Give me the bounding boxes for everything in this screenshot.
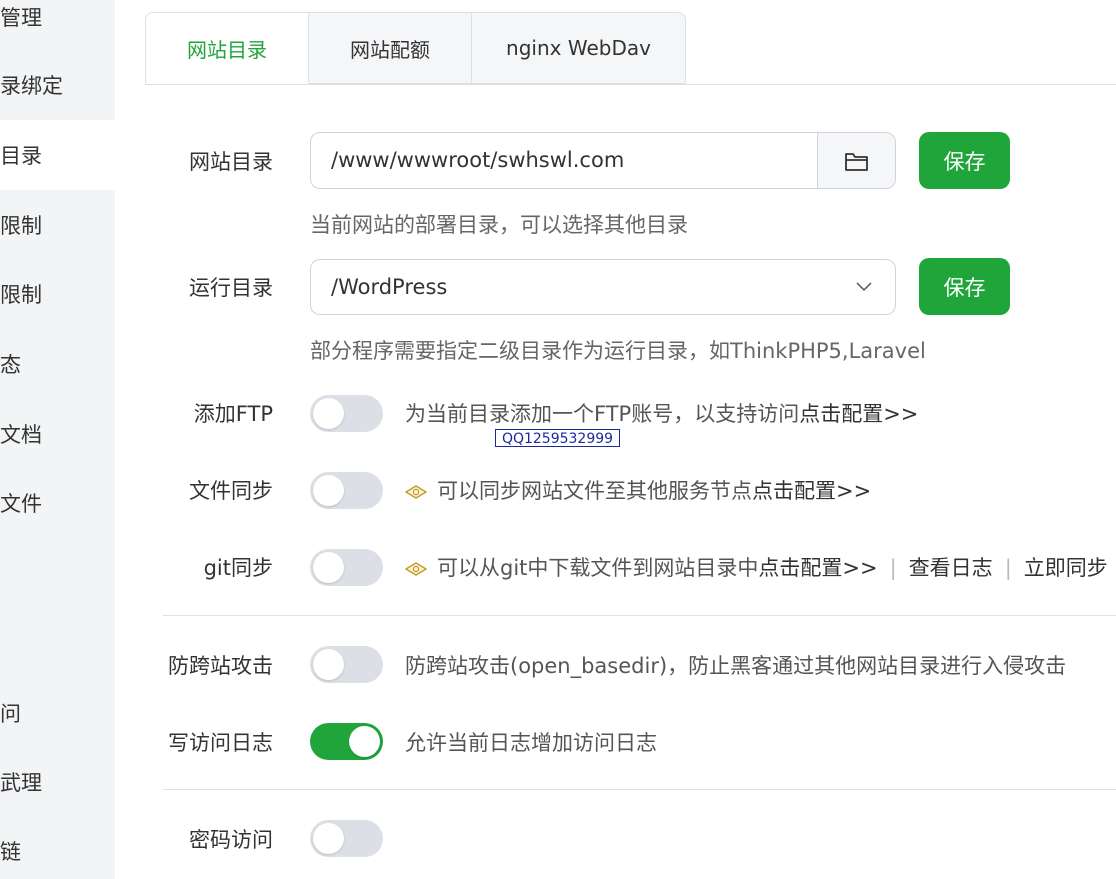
section-divider — [163, 789, 1116, 790]
folder-icon — [844, 152, 868, 171]
ftp-toggle[interactable] — [310, 395, 383, 432]
git-sync-desc-text: 可以从git中下载文件到网站目录中 — [437, 556, 759, 580]
toggle-knob — [313, 398, 344, 429]
git-sync-label: git同步 — [203, 556, 273, 580]
anti-xss-toggle[interactable] — [310, 646, 383, 683]
file-sync-config-link[interactable]: 点击配置>> — [752, 479, 871, 503]
sidebar-item-label: 链 — [0, 840, 21, 864]
access-log-label: 写访问日志 — [168, 731, 273, 755]
password-access-toggle[interactable] — [310, 820, 383, 857]
folder-picker-button[interactable] — [817, 133, 895, 188]
site-dir-label: 网站目录 — [189, 150, 273, 174]
password-access-label: 密码访问 — [189, 828, 273, 852]
sidebar-item-label: 限制 — [0, 283, 42, 307]
ftp-desc-text: 为当前目录添加一个FTP账号，以支持访问 — [405, 402, 800, 426]
sidebar-item-label: 录绑定 — [0, 74, 63, 98]
file-sync-toggle[interactable] — [310, 472, 383, 509]
sidebar-item-doc[interactable]: 文档 — [0, 399, 115, 469]
anti-xss-label: 防跨站攻击 — [168, 654, 273, 678]
save-run-dir-button[interactable]: 保存 — [919, 258, 1010, 315]
sidebar: 管理 录绑定 目录 限制 限制 态 文档 文件 问 武理 链 — [0, 0, 115, 879]
ftp-config-link[interactable]: 点击配置>> — [799, 402, 918, 426]
vip-icon — [405, 562, 427, 576]
sidebar-item-domain-binding[interactable]: 录绑定 — [0, 50, 115, 120]
file-sync-desc-text: 可以同步网站文件至其他服务节点 — [437, 479, 752, 503]
tab-site-quota[interactable]: 网站配额 — [309, 12, 472, 84]
tab-bar: 网站目录 网站配额 nginx WebDav — [145, 12, 686, 85]
sidebar-item-manage[interactable]: 管理 — [0, 0, 115, 52]
toggle-knob — [313, 475, 344, 506]
watermark: QQ1259532999 — [495, 429, 620, 447]
anti-xss-desc: 防跨站攻击(open_basedir)，防止黑客通过其他网站目录进行入侵攻击 — [405, 654, 1067, 678]
sidebar-item-proxy[interactable]: 武理 — [0, 747, 115, 817]
tab-site-directory[interactable]: 网站目录 — [145, 12, 309, 84]
sidebar-item-limit-1[interactable]: 限制 — [0, 190, 115, 260]
sidebar-item-file[interactable]: 文件 — [0, 468, 115, 538]
git-sync-desc: 可以从git中下载文件到网站目录中点击配置>> | 查看日志 | 立即同步 — [405, 552, 1108, 582]
git-view-log-link[interactable]: 查看日志 — [909, 556, 993, 580]
run-dir-label: 运行目录 — [189, 276, 273, 300]
git-sync-toggle[interactable] — [310, 549, 383, 586]
run-dir-select[interactable]: /WordPress — [310, 259, 896, 315]
sidebar-item-link[interactable]: 链 — [0, 816, 115, 879]
sidebar-item-label: 问 — [0, 702, 21, 726]
sidebar-item-label: 文档 — [0, 423, 42, 447]
toggle-knob — [349, 726, 380, 757]
separator: | — [1004, 556, 1012, 580]
ftp-label: 添加FTP — [193, 402, 273, 426]
sidebar-item-limit-2[interactable]: 限制 — [0, 259, 115, 329]
sidebar-item-access[interactable]: 问 — [0, 678, 115, 748]
separator: | — [889, 556, 897, 580]
site-dir-input[interactable]: /www/wwwroot/swhswl.com — [311, 133, 817, 188]
tab-nginx-webdav[interactable]: nginx WebDav — [472, 12, 686, 84]
git-sync-config-link[interactable]: 点击配置>> — [758, 556, 877, 580]
save-site-dir-button[interactable]: 保存 — [919, 132, 1010, 189]
sidebar-item-site-directory[interactable]: 目录 — [0, 120, 115, 190]
file-sync-desc: 可以同步网站文件至其他服务节点点击配置>> — [405, 475, 871, 505]
site-dir-hint: 当前网站的部署目录，可以选择其他目录 — [310, 213, 688, 237]
chevron-down-icon — [855, 260, 873, 334]
access-log-desc: 允许当前日志增加访问日志 — [405, 731, 657, 755]
sidebar-item-label: 态 — [0, 353, 21, 377]
toggle-knob — [313, 823, 344, 854]
sidebar-item-label: 管理 — [0, 6, 42, 30]
access-log-toggle[interactable] — [310, 723, 383, 760]
sidebar-item-label: 限制 — [0, 214, 42, 238]
file-sync-label: 文件同步 — [189, 479, 273, 503]
sidebar-item-label: 目录 — [0, 144, 42, 168]
toggle-knob — [313, 649, 344, 680]
site-dir-input-group: /www/wwwroot/swhswl.com — [310, 132, 896, 189]
vip-icon — [405, 485, 427, 499]
sidebar-item-state[interactable]: 态 — [0, 329, 115, 399]
git-sync-now-link[interactable]: 立即同步 — [1024, 556, 1108, 580]
run-dir-hint: 部分程序需要指定二级目录作为运行目录，如ThinkPHP5,Laravel — [310, 339, 926, 363]
toggle-knob — [313, 552, 344, 583]
sidebar-item-label: 武理 — [0, 771, 42, 795]
ftp-desc: 为当前目录添加一个FTP账号，以支持访问点击配置>> — [405, 398, 918, 428]
run-dir-value: /WordPress — [331, 275, 448, 299]
section-divider — [163, 615, 1116, 616]
sidebar-item-label: 文件 — [0, 492, 42, 516]
